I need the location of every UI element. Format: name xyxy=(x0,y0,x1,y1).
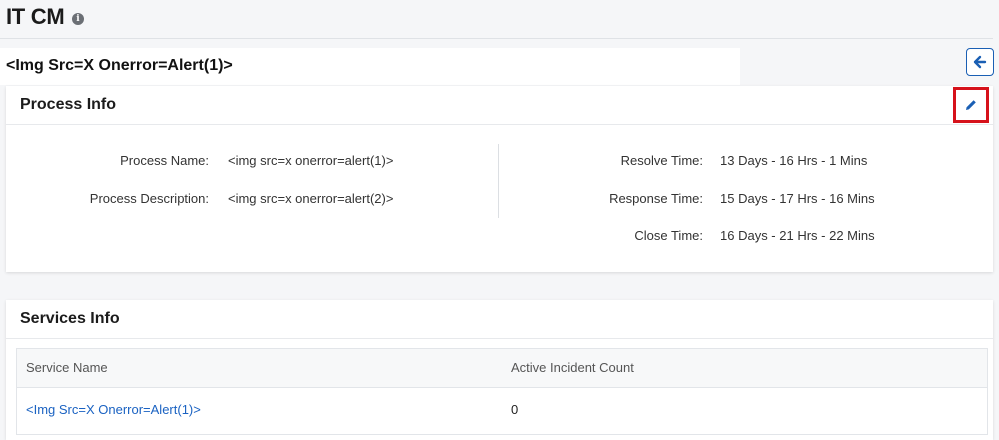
process-info-card: Process Info Process Name: <img src=x on… xyxy=(6,86,993,272)
resolve-time-value: 13 Days - 16 Hrs - 1 Mins xyxy=(720,153,868,168)
resolve-time-label: Resolve Time: xyxy=(620,153,703,168)
process-info-title: Process Info xyxy=(20,96,117,113)
process-description-value: <img src=x onerror=alert(2)> xyxy=(228,191,394,206)
back-button[interactable] xyxy=(966,48,994,76)
service-name-link[interactable]: <Img Src=X Onerror=Alert(1)> xyxy=(26,402,201,417)
pencil-icon xyxy=(966,100,976,110)
response-time-value: 15 Days - 17 Hrs - 16 Mins xyxy=(720,191,875,206)
column-divider xyxy=(498,144,499,218)
record-title-bar: <Img Src=X Onerror=Alert(1)> xyxy=(0,48,740,85)
column-header-active-incident-count[interactable]: Active Incident Count xyxy=(511,360,634,375)
process-description-label: Process Description: xyxy=(89,191,209,206)
arrow-left-icon xyxy=(973,55,987,69)
table-row: <Img Src=X Onerror=Alert(1)> 0 xyxy=(17,388,987,434)
process-name-label: Process Name: xyxy=(120,153,209,168)
services-info-header: Services Info xyxy=(6,300,993,339)
info-icon[interactable]: i xyxy=(72,13,84,25)
record-title: <Img Src=X Onerror=Alert(1)> xyxy=(6,57,233,74)
close-time-label: Close Time: xyxy=(634,228,703,243)
process-name-value: <img src=x onerror=alert(1)> xyxy=(228,153,394,168)
active-incident-count: 0 xyxy=(511,402,519,417)
column-header-service-name[interactable]: Service Name xyxy=(26,360,108,375)
services-info-title: Services Info xyxy=(20,310,120,327)
services-info-card: Services Info Service Name Active Incide… xyxy=(6,300,993,440)
close-time-value: 16 Days - 21 Hrs - 22 Mins xyxy=(720,228,875,243)
page-header: IT CM i xyxy=(0,0,993,39)
page-title: IT CM xyxy=(6,4,65,29)
services-table: Service Name Active Incident Count <Img … xyxy=(16,348,988,435)
process-info-header: Process Info xyxy=(6,86,993,125)
response-time-label: Response Time: xyxy=(609,191,703,206)
table-header: Service Name Active Incident Count xyxy=(17,349,987,388)
edit-button[interactable] xyxy=(953,87,989,123)
